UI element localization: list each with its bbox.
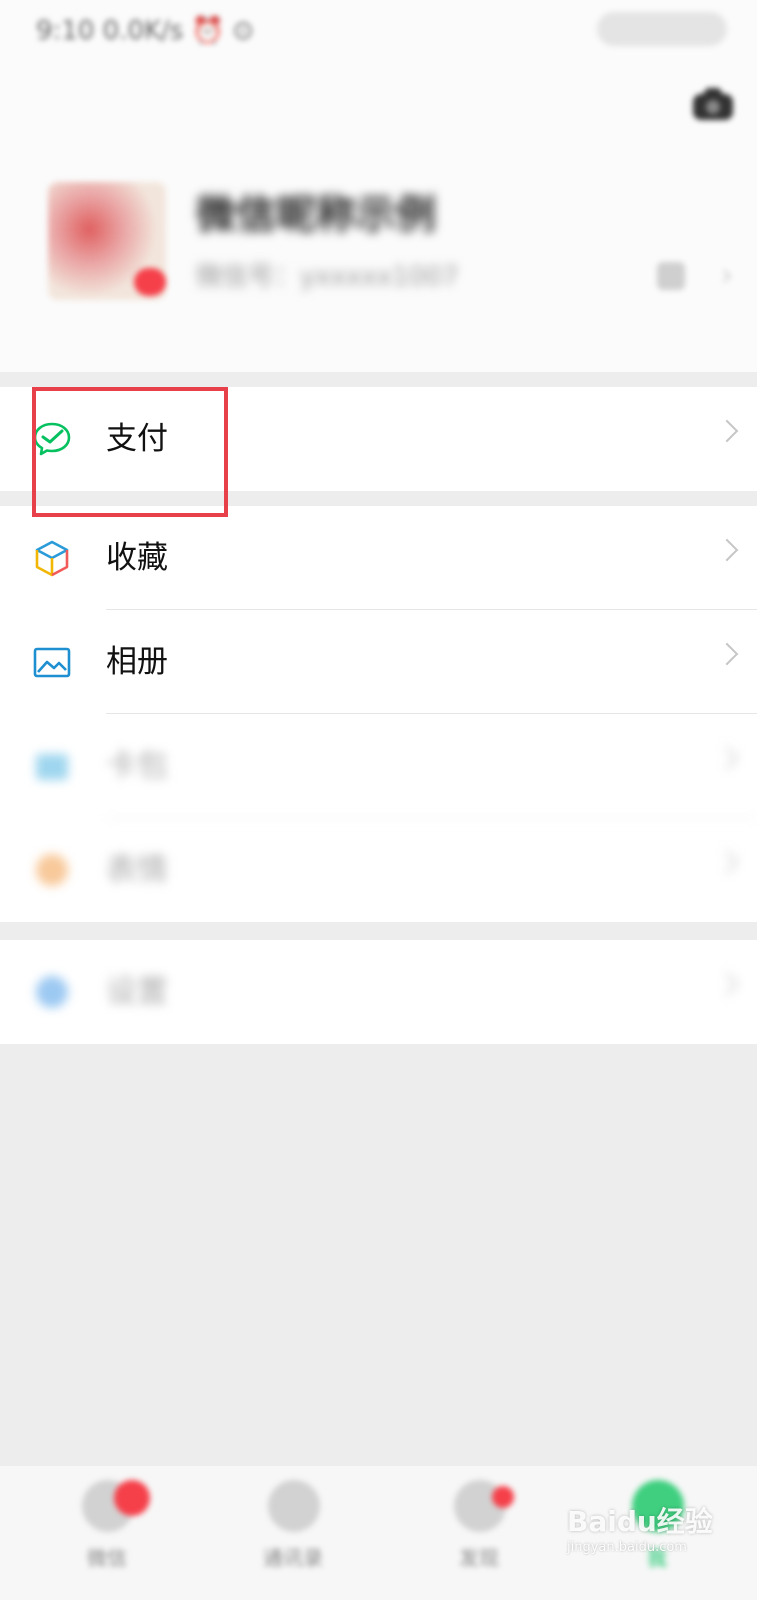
menu-item-card-wallet[interactable]: 卡包: [0, 714, 757, 818]
card-wallet-icon: [36, 754, 68, 780]
tab-label: 发现: [459, 1546, 499, 1570]
contacts-icon: [268, 1480, 320, 1532]
profile-nickname[interactable]: 微信昵称示例: [196, 182, 436, 240]
chevron-right-icon: [715, 746, 739, 770]
avatar-badge: [134, 268, 166, 296]
chevron-right-icon: [715, 642, 739, 666]
unread-badge: [492, 1486, 514, 1508]
baidu-watermark: Baidu经验 jingyan.baidu.com: [567, 1500, 717, 1580]
gear-icon: [36, 976, 68, 1008]
chevron-right-icon: [715, 850, 739, 874]
tab-chats[interactable]: 微信: [62, 1480, 152, 1590]
unread-badge: [114, 1480, 150, 1516]
status-bar-right: [597, 12, 727, 46]
watermark-logo-text: Baidu经验: [567, 1505, 713, 1538]
menu-item-label: 表情: [106, 852, 168, 888]
favorites-cube-icon: [35, 540, 69, 577]
chevron-right-icon: [715, 419, 739, 443]
menu-item-settings[interactable]: 设置: [0, 940, 757, 1044]
profile-header: 9:10 0.0K/s ⏰ ⊙ 微信昵称示例 微信号：yxxxxx1007 ›: [0, 0, 757, 372]
settings-group: 设置: [0, 940, 757, 1044]
watermark-url: jingyan.baidu.com: [567, 1540, 687, 1555]
menu-item-album[interactable]: 相册: [0, 610, 757, 714]
status-bar-left: 9:10 0.0K/s ⏰ ⊙: [36, 16, 255, 46]
menu-item-label: 设置: [106, 974, 168, 1010]
chevron-right-icon: [715, 972, 739, 996]
menu-item-label: 相册: [106, 644, 168, 680]
tab-contacts[interactable]: 通讯录: [248, 1480, 338, 1590]
qr-code-icon[interactable]: [657, 262, 685, 290]
main-menu-group: 收藏 相册 卡包 表情: [0, 506, 757, 922]
chevron-right-icon: ›: [721, 258, 733, 293]
menu-item-label: 卡包: [106, 748, 168, 784]
profile-wechat-id: 微信号：yxxxxx1007: [196, 262, 459, 292]
chevron-right-icon: [715, 538, 739, 562]
menu-item-label: 收藏: [106, 540, 168, 576]
photo-album-icon: [33, 647, 71, 678]
menu-item-favorites[interactable]: 收藏: [0, 506, 757, 610]
tab-discover[interactable]: 发现: [434, 1480, 524, 1590]
sticker-smile-icon: [36, 854, 68, 886]
camera-icon[interactable]: [689, 84, 737, 124]
menu-item-stickers[interactable]: 表情: [0, 818, 757, 922]
tab-label: 通讯录: [263, 1546, 323, 1570]
highlight-annotation: [32, 387, 228, 517]
tab-label: 微信: [87, 1546, 127, 1570]
